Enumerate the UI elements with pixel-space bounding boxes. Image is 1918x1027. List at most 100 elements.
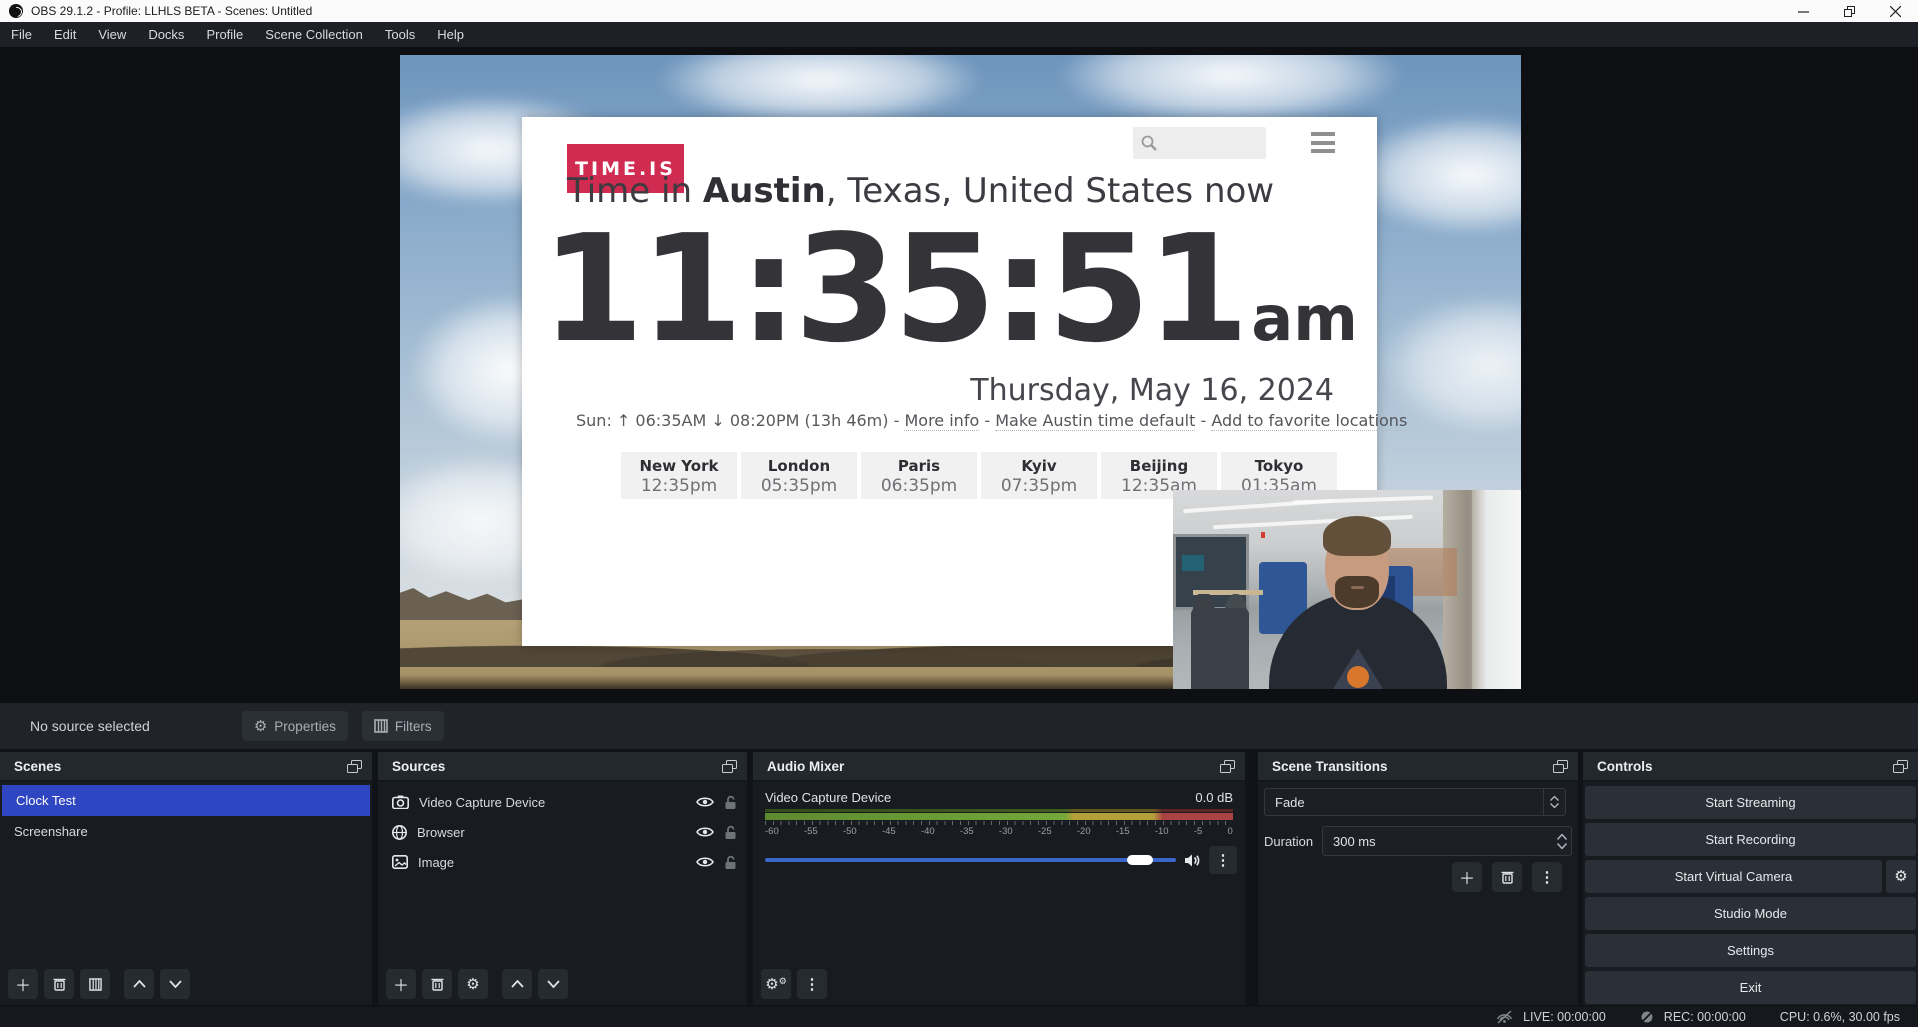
volume-meter: -60-55-50-45-40-35-30-25-20-15-10-50 [765, 809, 1233, 837]
controls-dock: Controls Start Streaming Start Recording… [1583, 752, 1918, 1005]
dock-popout-icon[interactable] [1220, 760, 1235, 773]
transition-properties-button[interactable]: ⋮ [1532, 862, 1562, 892]
start-streaming-button[interactable]: Start Streaming [1585, 786, 1916, 819]
settings-button[interactable]: Settings [1585, 934, 1916, 967]
menu-view[interactable]: View [87, 22, 137, 47]
spinbox-arrows[interactable] [1557, 827, 1567, 855]
clock-digits: 11:35:51 [541, 203, 1245, 375]
menu-help[interactable]: Help [426, 22, 475, 47]
kebab-icon: ⋮ [1540, 870, 1555, 885]
chevron-down-icon [169, 980, 182, 988]
city-new-york[interactable]: New York12:35pm [621, 452, 737, 499]
mixer-menu-button[interactable]: ⋮ [797, 969, 827, 999]
move-scene-down-button[interactable] [160, 969, 190, 999]
dock-popout-icon[interactable] [1553, 760, 1568, 773]
program-canvas[interactable]: TIME.IS Time in Austin, Texas, United St… [400, 55, 1521, 689]
audio-mixer-dock: Audio Mixer Video Capture Device 0.0 dB … [753, 752, 1245, 1005]
menu-scene-collection[interactable]: Scene Collection [254, 22, 374, 47]
sun-info-line: Sun: ↑ 06:35AM ↓ 08:20PM (13h 46m) - Mor… [576, 411, 1336, 430]
city-paris[interactable]: Paris06:35pm [861, 452, 977, 499]
image-icon [392, 855, 408, 869]
remove-scene-button[interactable] [44, 969, 74, 999]
add-source-button[interactable]: ＋ [386, 969, 416, 999]
start-virtual-camera-button[interactable]: Start Virtual Camera [1585, 860, 1882, 893]
trash-icon [1501, 870, 1514, 884]
move-source-up-button[interactable] [502, 969, 532, 999]
add-transition-button[interactable]: ＋ [1452, 862, 1482, 892]
gear-icon: ⚙ [466, 977, 479, 992]
audio-mixer-toolbar: ⚙⚙ ⋮ [761, 969, 827, 999]
clock-meridiem: am [1251, 282, 1357, 355]
move-source-down-button[interactable] [538, 969, 568, 999]
obs-logo-icon [9, 4, 23, 18]
hamburger-menu-icon[interactable] [1311, 132, 1335, 153]
scene-filters-button[interactable] [80, 969, 110, 999]
start-recording-button[interactable]: Start Recording [1585, 823, 1916, 856]
speaker-icon[interactable] [1184, 853, 1201, 868]
combo-spinner-icons[interactable] [1543, 789, 1565, 815]
search-input[interactable] [1133, 127, 1266, 159]
scene-transitions-dock-header[interactable]: Scene Transitions [1258, 752, 1578, 782]
properties-button[interactable]: ⚙ Properties [242, 711, 348, 741]
eye-icon[interactable] [696, 796, 714, 808]
scenes-dock-header[interactable]: Scenes [0, 752, 372, 782]
source-properties-button[interactable]: ⚙ [458, 969, 488, 999]
menu-file[interactable]: File [0, 22, 43, 47]
menu-profile[interactable]: Profile [195, 22, 254, 47]
dock-popout-icon[interactable] [1893, 760, 1908, 773]
close-button[interactable] [1872, 0, 1918, 22]
menu-edit[interactable]: Edit [43, 22, 87, 47]
window-title: OBS 29.1.2 - Profile: LLHLS BETA - Scene… [31, 4, 312, 18]
move-scene-up-button[interactable] [124, 969, 154, 999]
gears-icon: ⚙⚙ [765, 977, 787, 992]
add-favorite-link[interactable]: Add to favorite locations [1211, 411, 1407, 431]
scenes-toolbar: ＋ [8, 969, 190, 999]
minimize-button[interactable] [1780, 0, 1826, 22]
sources-dock-header[interactable]: Sources [378, 752, 747, 782]
scene-item-clock-test[interactable]: Clock Test [2, 785, 370, 816]
kebab-icon: ⋮ [805, 977, 820, 992]
duration-input[interactable]: 300 ms [1322, 826, 1572, 856]
studio-mode-button[interactable]: Studio Mode [1585, 897, 1916, 930]
virtual-camera-config-button[interactable]: ⚙ [1886, 860, 1916, 893]
chevron-up-icon [1557, 834, 1567, 840]
source-row-image[interactable]: Image [378, 847, 747, 877]
city-kyiv[interactable]: Kyiv07:35pm [981, 452, 1097, 499]
transition-select[interactable]: Fade [1264, 788, 1566, 816]
eye-icon[interactable] [696, 856, 714, 868]
desert-mountains [400, 588, 532, 620]
controls-dock-header[interactable]: Controls [1583, 752, 1918, 782]
unlock-icon[interactable] [724, 855, 737, 870]
menu-tools[interactable]: Tools [374, 22, 426, 47]
chevron-down-icon [1557, 843, 1567, 849]
dock-popout-icon[interactable] [347, 760, 362, 773]
volume-slider-handle[interactable] [1127, 855, 1153, 865]
make-default-link[interactable]: Make Austin time default [995, 411, 1195, 431]
advanced-audio-button[interactable]: ⚙⚙ [761, 969, 791, 999]
record-status-icon [1640, 1010, 1654, 1024]
remove-source-button[interactable] [422, 969, 452, 999]
dock-popout-icon[interactable] [722, 760, 737, 773]
volume-slider[interactable] [765, 858, 1176, 862]
unlock-icon[interactable] [724, 825, 737, 840]
audio-mixer-dock-header[interactable]: Audio Mixer [753, 752, 1245, 782]
mixer-level-db: 0.0 dB [1195, 790, 1233, 805]
camera-icon [392, 795, 409, 809]
scene-item-screenshare[interactable]: Screenshare [0, 816, 372, 847]
no-source-selected-label: No source selected [30, 718, 150, 734]
chevron-down-icon [547, 980, 560, 988]
add-scene-button[interactable]: ＋ [8, 969, 38, 999]
exit-button[interactable]: Exit [1585, 971, 1916, 1004]
eye-icon[interactable] [696, 826, 714, 838]
maximize-button[interactable] [1826, 0, 1872, 22]
unlock-icon[interactable] [724, 795, 737, 810]
city-london[interactable]: London05:35pm [741, 452, 857, 499]
menu-docks[interactable]: Docks [137, 22, 195, 47]
source-row-video-capture[interactable]: Video Capture Device [378, 787, 747, 817]
scenes-dock: Scenes Clock Test Screenshare ＋ [0, 752, 372, 1005]
remove-transition-button[interactable] [1492, 862, 1522, 892]
mixer-channel-menu-button[interactable]: ⋮ [1209, 846, 1237, 874]
more-info-link[interactable]: More info [904, 411, 979, 431]
source-row-browser[interactable]: Browser [378, 817, 747, 847]
filters-button[interactable]: Filters [362, 711, 444, 741]
